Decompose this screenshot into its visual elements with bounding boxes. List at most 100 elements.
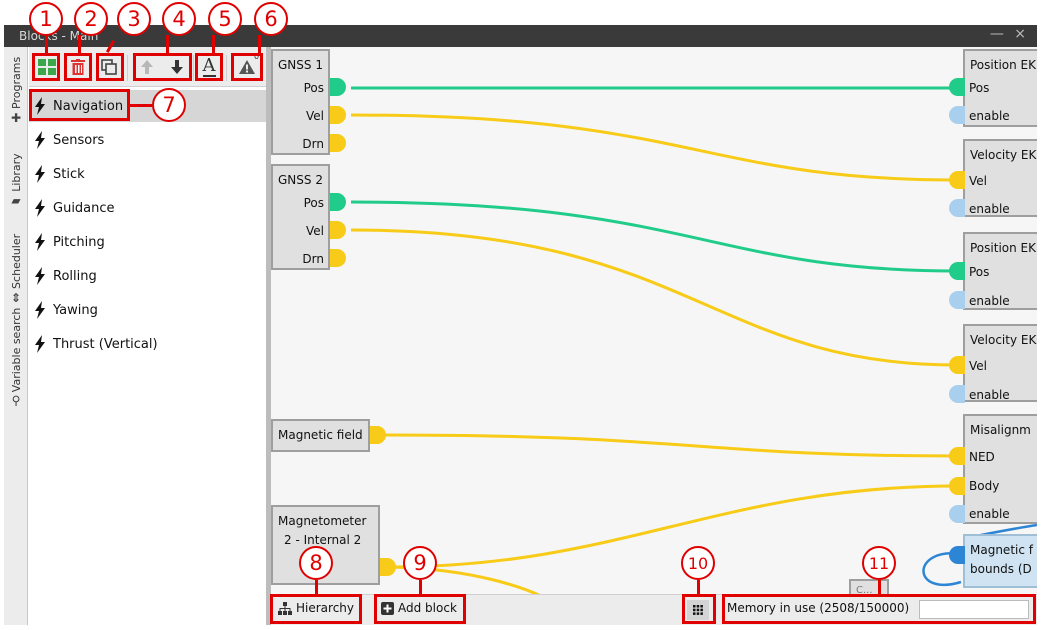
- hierarchy-icon: [278, 601, 292, 615]
- input-port[interactable]: [949, 262, 965, 280]
- input-port[interactable]: [949, 199, 965, 217]
- block-misalignment[interactable]: Misalignm NED Body enable: [963, 414, 1037, 524]
- callout-11: 11: [862, 546, 896, 580]
- callout-leader: [878, 580, 881, 594]
- tab-programs[interactable]: ✚ Programs: [4, 47, 28, 125]
- input-port[interactable]: [949, 171, 965, 189]
- callout-8: 8: [299, 546, 333, 580]
- window-controls[interactable]: — ×: [990, 26, 1029, 42]
- port-label: enable: [969, 109, 1010, 123]
- block-magnetic-field[interactable]: Magnetic field: [271, 419, 370, 452]
- port-label: Pos: [303, 81, 324, 95]
- input-port[interactable]: [949, 477, 965, 495]
- callout-5: 5: [208, 2, 242, 36]
- program-item-yawing[interactable]: Yawing: [29, 294, 266, 326]
- hierarchy-button[interactable]: Hierarchy: [278, 601, 354, 615]
- input-port[interactable]: [949, 505, 965, 523]
- port-label: Drn: [302, 252, 324, 266]
- warning-count: 0: [254, 52, 260, 61]
- memory-label: Memory in use (2508/150000): [727, 601, 910, 615]
- wire-gnss2-vel: [350, 228, 958, 367]
- input-port[interactable]: [949, 546, 965, 564]
- tab-programs-label: Programs: [9, 56, 23, 109]
- port-label: Pos: [969, 265, 990, 279]
- move-up-icon: [141, 60, 153, 74]
- block-velocity-ekf-2[interactable]: Velocity EK Vel enable: [963, 324, 1037, 402]
- block-title: C...: [856, 585, 873, 594]
- wire-magfield: [382, 433, 958, 458]
- rename-button[interactable]: A: [197, 54, 221, 80]
- duplicate-icon: [101, 59, 117, 75]
- move-up-button[interactable]: [135, 54, 159, 80]
- grid-toggle-button[interactable]: [687, 600, 709, 620]
- block-canvas[interactable]: GNSS 1 Pos Vel Drn GNSS 2 Pos Vel Drn Ma…: [271, 47, 1037, 594]
- plus-icon: ✚: [10, 110, 22, 125]
- add-block-label: Add block: [398, 601, 457, 615]
- wire-gnss1-vel: [350, 113, 958, 182]
- input-port[interactable]: [949, 356, 965, 374]
- callout-leader: [419, 580, 422, 594]
- wire-layer: [350, 86, 1037, 594]
- input-port[interactable]: [949, 78, 965, 96]
- callout-6: 6: [254, 2, 288, 36]
- tab-variable-search[interactable]: ⚲ Variable search: [4, 289, 28, 408]
- block-position-ekf-2[interactable]: Position EK Pos enable: [963, 232, 1037, 310]
- program-item-rolling[interactable]: Rolling: [29, 260, 266, 292]
- block-title: Misalignm: [970, 423, 1031, 437]
- program-label: Pitching: [53, 234, 105, 250]
- move-down-button[interactable]: [165, 54, 189, 80]
- program-item-sensors[interactable]: Sensors: [29, 124, 266, 156]
- block-magnetic-bounds[interactable]: Magnetic f bounds (D: [963, 534, 1037, 588]
- program-item-pitching[interactable]: Pitching: [29, 226, 266, 258]
- block-subtitle: bounds (D: [970, 562, 1032, 576]
- delete-button[interactable]: [66, 54, 90, 80]
- port-label: Vel: [306, 109, 324, 123]
- port-label: NED: [969, 450, 995, 464]
- delete-icon: [71, 59, 85, 75]
- tab-scheduler-label: Scheduler: [9, 233, 23, 289]
- bolt-icon: [34, 335, 50, 353]
- callout-9: 9: [403, 546, 437, 580]
- port-label: Body: [969, 479, 1000, 493]
- input-port[interactable]: [949, 447, 965, 465]
- program-item-stick[interactable]: Stick: [29, 158, 266, 190]
- toolbar-divider: [127, 55, 128, 81]
- port-label: Pos: [303, 196, 324, 210]
- tab-library[interactable]: ▰ Library: [4, 127, 28, 207]
- input-port[interactable]: [949, 385, 965, 403]
- callout-leader: [166, 35, 169, 53]
- duplicate-button[interactable]: [97, 54, 121, 80]
- memory-bar: [919, 600, 1029, 619]
- port-label: Vel: [969, 174, 987, 188]
- input-port[interactable]: [949, 106, 965, 124]
- add-program-button[interactable]: [34, 54, 60, 80]
- block-velocity-ekf-1[interactable]: Velocity EK Vel enable: [963, 139, 1037, 217]
- input-port[interactable]: [949, 291, 965, 309]
- block-title: GNSS 2: [278, 173, 323, 187]
- block-position-ekf-1[interactable]: Position EK Pos enable: [963, 49, 1037, 127]
- port-label: enable: [969, 388, 1010, 402]
- memory-status: Memory in use (2508/150000): [727, 601, 909, 615]
- block-title: Position EK: [970, 241, 1036, 255]
- block-title: Magnetic field: [278, 428, 363, 442]
- block-partial[interactable]: C...: [849, 579, 889, 594]
- block-title: Position EK: [970, 58, 1036, 72]
- program-item-guidance[interactable]: Guidance: [29, 192, 266, 224]
- folder-icon: ▰: [11, 193, 21, 208]
- program-list: Navigation Sensors Stick Guidance Pitchi…: [29, 88, 266, 625]
- program-item-thrust-vertical[interactable]: Thrust (Vertical): [29, 328, 266, 360]
- callout-leader: [212, 35, 215, 53]
- toolbar-divider: [193, 55, 194, 81]
- bolt-icon: [34, 97, 50, 115]
- block-title: GNSS 1: [278, 58, 323, 72]
- add-block-button[interactable]: Add block: [381, 601, 457, 615]
- add-program-icon: [38, 59, 56, 75]
- canvas-bottom-bar: Hierarchy Add block Memory in use (2508/…: [271, 594, 1037, 625]
- warnings-button[interactable]: 0: [234, 52, 260, 80]
- callout-10: 10: [681, 546, 715, 580]
- block-gnss-1[interactable]: GNSS 1 Pos Vel Drn: [271, 49, 330, 155]
- block-title: Magnetic f: [970, 543, 1033, 557]
- port-label: Vel: [306, 224, 324, 238]
- program-label: Stick: [53, 166, 85, 182]
- block-gnss-2[interactable]: GNSS 2 Pos Vel Drn: [271, 164, 330, 270]
